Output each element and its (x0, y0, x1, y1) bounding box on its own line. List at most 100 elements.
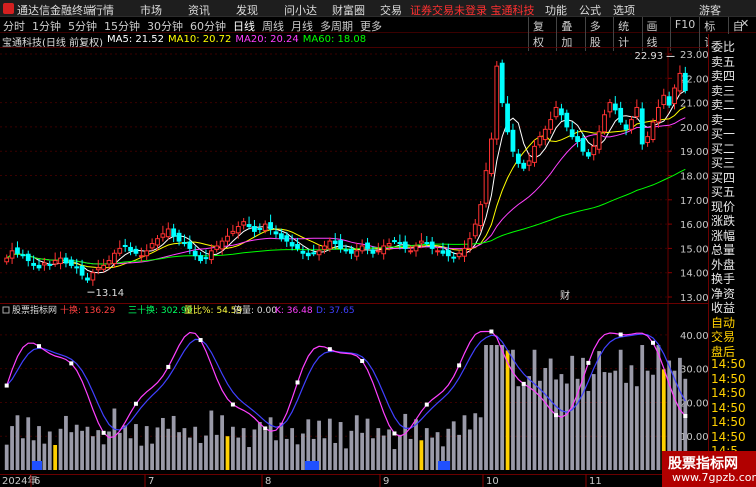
volume-bar (96, 430, 101, 470)
candle-body (138, 255, 144, 258)
volume-bar (257, 422, 262, 470)
indicator-icon[interactable] (2, 306, 10, 314)
candle-body (559, 108, 564, 116)
candle-body (31, 262, 37, 266)
volume-bar (478, 417, 483, 470)
kd-marker (166, 364, 171, 369)
k-value: K: 36.48 (275, 306, 313, 316)
side-panel-item: 卖五 (711, 54, 736, 67)
candle-body (510, 129, 516, 152)
price-tick-label: 16.00 (680, 220, 708, 231)
candle-body (268, 222, 273, 230)
volume-bar (338, 422, 343, 470)
ma10-line (6, 106, 686, 269)
candle-body (499, 62, 505, 104)
side-panel-item: 14:50 (711, 371, 746, 386)
candle-body (370, 249, 376, 254)
volume-bar (85, 426, 90, 470)
volume-bar (284, 438, 289, 470)
side-panel-item: 卖一 (711, 112, 736, 125)
kd-marker (521, 381, 526, 386)
volume-bar (559, 374, 564, 470)
candle-body (101, 264, 107, 270)
volume-bar (381, 435, 386, 470)
watermark-url: www.7gpzb.com (672, 471, 756, 484)
kd-marker (230, 402, 235, 407)
candle-body (74, 266, 80, 269)
volume-bar (58, 428, 63, 470)
volume-bar (4, 444, 9, 470)
price-tick-label: 17.00 (680, 196, 708, 207)
volume-bar (354, 415, 359, 470)
side-panel-item: 收益 (711, 301, 736, 313)
date-label: 9 (383, 476, 389, 487)
volume-bar (473, 413, 478, 470)
side-panel-item: 总量 (711, 243, 736, 255)
candle-body (36, 264, 42, 269)
close-icon[interactable]: ✕ (740, 17, 749, 30)
volume-bar (494, 345, 499, 470)
price-tick-label: 18.00 (680, 172, 708, 183)
shihuan-value: 十换: 136.29 (60, 304, 116, 316)
side-panel-item: 买五 (711, 185, 736, 197)
volume-bar (128, 438, 133, 470)
candle-body (322, 245, 327, 250)
volume-bar (640, 345, 645, 470)
volume-bar (629, 365, 634, 470)
candle-body (419, 240, 424, 244)
candle-body (537, 136, 543, 146)
volume-bar (645, 370, 650, 470)
volume-bar (365, 418, 370, 470)
indicator-name[interactable]: 股票指标网 (12, 304, 57, 316)
side-panel-item: 涨跌 (711, 214, 736, 226)
volume-bar (484, 345, 488, 470)
volume-bar (198, 442, 203, 470)
candle-body (397, 242, 403, 245)
candle-body (42, 262, 47, 266)
volume-bar (532, 349, 537, 470)
candle-body (435, 250, 440, 253)
volume-bar (236, 437, 241, 470)
volume-bar (295, 444, 300, 470)
candle-body (575, 136, 580, 142)
candle-body (117, 247, 123, 254)
kd-marker (198, 338, 203, 343)
side-panel-item: 卖四 (711, 69, 736, 81)
indicator-info: 股票指标网 十换: 136.29 三十换: 302.99 量比%: 54.59 … (2, 304, 355, 316)
candle-body (462, 247, 467, 257)
candle-body (672, 87, 677, 105)
candle-body (241, 221, 247, 226)
kline-chart[interactable]: 23.0022.0021.0020.0019.0018.0017.0016.00… (0, 0, 708, 487)
volume-bar (301, 433, 305, 470)
candle-body (203, 257, 209, 260)
candle-body (160, 233, 166, 238)
volume-bar (624, 382, 628, 470)
candle-body (650, 121, 656, 141)
candle-body (9, 250, 15, 259)
candle-body (327, 240, 333, 250)
candle-body (618, 107, 624, 123)
volume-bar (360, 432, 365, 470)
volume-bar (430, 437, 435, 470)
volume-bar (564, 383, 569, 470)
candle-body (532, 145, 537, 163)
kd-marker (457, 363, 462, 368)
candle-body (349, 248, 354, 254)
finance-event-marker: 财 (560, 289, 570, 302)
volume-bar (392, 449, 397, 470)
candle-body (494, 65, 500, 140)
beiliang-value: 倍量: 0.00 (233, 304, 277, 316)
signal-marker (305, 461, 319, 470)
volume-bar (414, 419, 418, 470)
volume-bar (26, 417, 31, 470)
volume-bar (387, 429, 391, 470)
candle-body (553, 106, 559, 118)
candle-body (79, 265, 85, 276)
volume-bar (263, 430, 268, 470)
date-axis: 2024年6 7 8 9 10 11 (2, 474, 602, 487)
d-value: D: 37.65 (316, 306, 355, 316)
volume-bar (586, 390, 591, 470)
candle-body (4, 257, 10, 263)
candle-body (273, 231, 279, 235)
candle-body (375, 250, 381, 253)
